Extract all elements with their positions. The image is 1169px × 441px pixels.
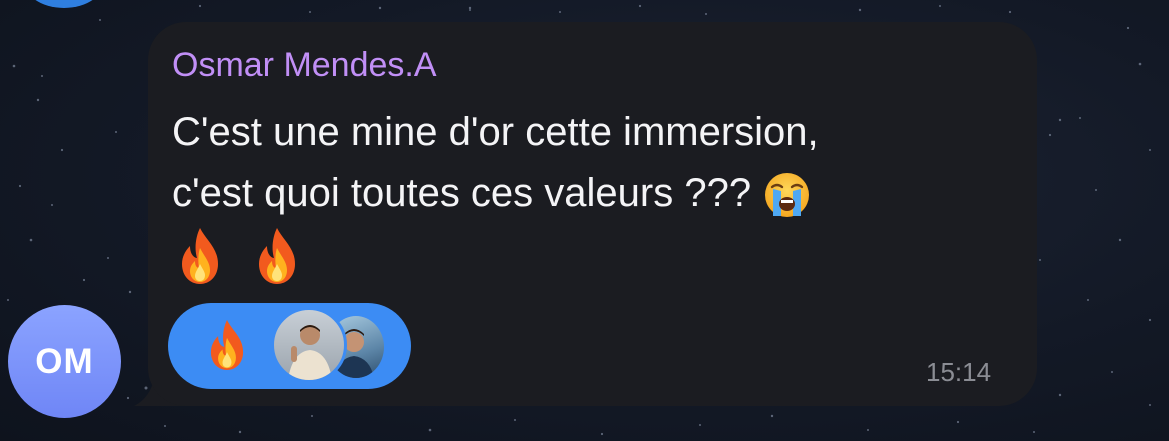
loudly-crying-face-icon bbox=[765, 173, 810, 218]
avatar-initials: OM bbox=[35, 341, 94, 381]
fire-icon bbox=[182, 228, 218, 285]
message-line: C'est une mine d'or cette immersion, bbox=[172, 110, 819, 154]
fire-icon bbox=[210, 320, 244, 370]
message-line: c'est quoi toutes ces valeurs ??? bbox=[172, 163, 1022, 224]
fire-icon bbox=[259, 228, 296, 285]
reactor-avatar[interactable] bbox=[271, 307, 347, 383]
sender-name[interactable]: Osmar Mendes.A bbox=[172, 45, 437, 85]
message-timestamp: 15:14 bbox=[926, 357, 992, 387]
sender-avatar[interactable]: OM bbox=[8, 305, 121, 418]
message-text: C'est une mine d'or cette immersion, c'e… bbox=[172, 102, 1022, 286]
message-line bbox=[172, 224, 1022, 286]
person-icon bbox=[288, 325, 332, 380]
